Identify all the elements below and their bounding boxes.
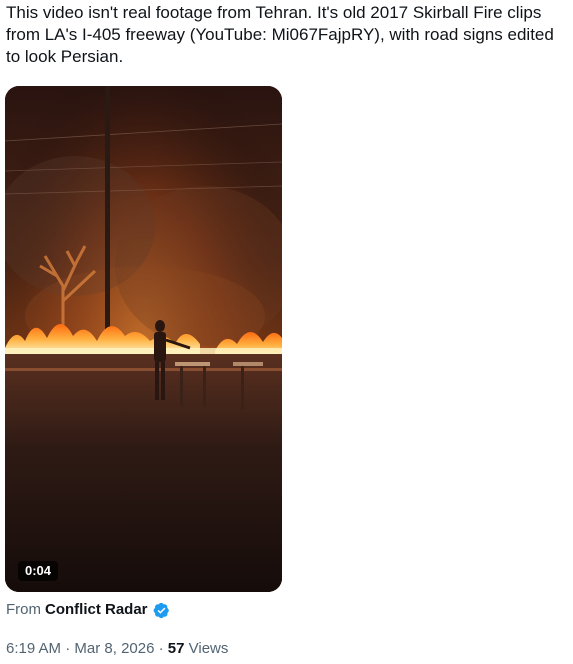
tweet-text: This video isn't real footage from Tehra… — [6, 2, 568, 68]
source-account-link[interactable]: Conflict Radar — [45, 600, 148, 620]
video-player[interactable]: 0:04 — [5, 86, 282, 592]
tweet-time: 6:19 AM — [6, 640, 62, 657]
meta-separator: · — [154, 640, 168, 657]
tweet-text-line: to look Persian. — [6, 47, 124, 66]
tweet-text-line: from LA's I-405 freeway (YouTube: Mi067F… — [6, 25, 554, 44]
tweet-timestamp-link[interactable]: 6:19 AM · Mar 8, 2026 — [6, 640, 154, 657]
source-prefix: From — [6, 601, 41, 618]
source-attribution: From Conflict Radar — [6, 600, 170, 620]
views-label: Views — [184, 640, 229, 657]
verified-badge-icon — [153, 602, 169, 618]
video-thumbnail — [5, 86, 282, 592]
tweet-meta: 6:19 AM · Mar 8, 2026 · 57 Views — [6, 639, 228, 659]
video-duration-badge: 0:04 — [18, 561, 59, 581]
tweet-text-line: This video isn't real footage from Tehra… — [6, 3, 542, 22]
meta-separator: · — [61, 640, 75, 657]
views-count: 57 — [167, 640, 185, 657]
tweet-date: Mar 8, 2026 — [74, 640, 155, 657]
